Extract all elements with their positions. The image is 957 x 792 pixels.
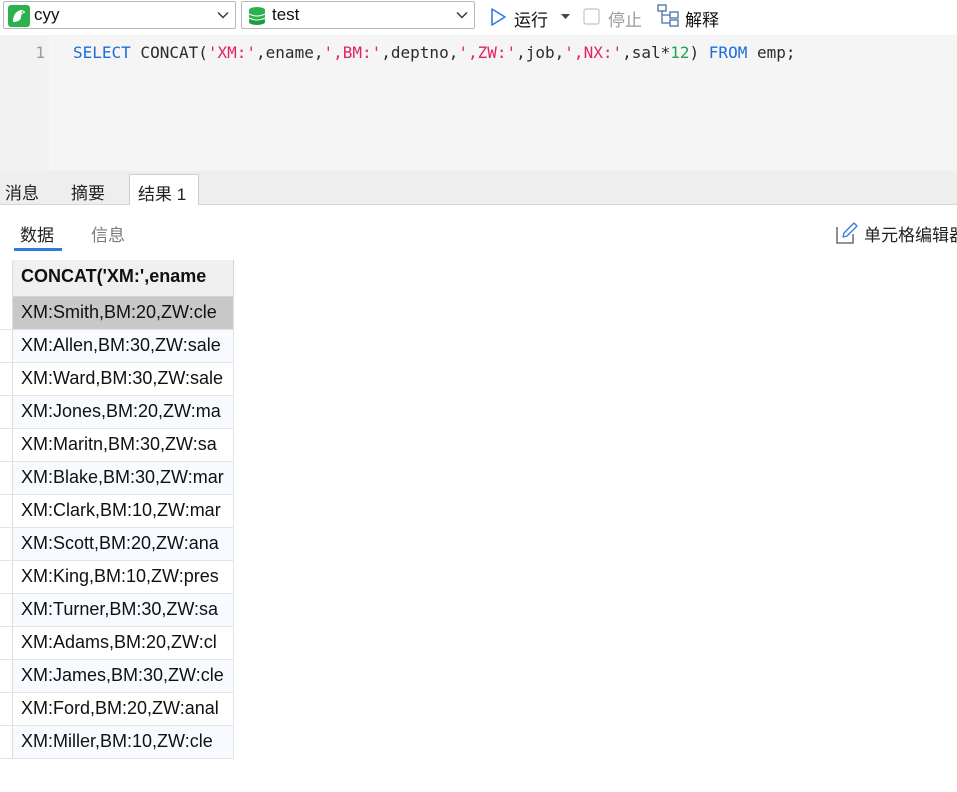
connection-value: cyy <box>34 5 60 24</box>
row-marker[interactable] <box>0 429 13 462</box>
tab-label: 消息 <box>5 184 39 203</box>
database-select[interactable]: test <box>241 1 475 29</box>
tab-summary[interactable]: 摘要 <box>62 174 128 205</box>
table-row[interactable]: XM:James,BM:30,ZW:cle <box>13 660 234 693</box>
table-row[interactable]: XM:Smith,BM:20,ZW:cle <box>13 297 234 330</box>
table-row[interactable]: XM:Miller,BM:10,ZW:cle <box>13 726 234 759</box>
row-marker[interactable] <box>0 561 13 594</box>
table-cell[interactable]: XM:James,BM:30,ZW:cle <box>21 665 224 686</box>
explain-label: 解释 <box>685 11 719 30</box>
table-row[interactable]: XM:Blake,BM:30,ZW:mar <box>13 462 234 495</box>
grid-rows: XM:Smith,BM:20,ZW:cle XM:Allen,BM:30,ZW:s… <box>13 297 234 759</box>
table-row[interactable]: XM:Allen,BM:30,ZW:sale <box>13 330 234 363</box>
sql-string: ',ZW:' <box>458 43 517 62</box>
table-row[interactable]: XM:Clark,BM:10,ZW:mar <box>13 495 234 528</box>
table-cell[interactable]: XM:Smith,BM:20,ZW:cle <box>21 302 217 323</box>
database-icon <box>248 7 266 25</box>
table-cell[interactable]: XM:Jones,BM:20,ZW:ma <box>21 401 221 422</box>
result-tabs: 消息 摘要 结果 1 <box>0 171 957 206</box>
stop-icon <box>583 8 600 25</box>
sql-string: ',NX:' <box>564 43 623 62</box>
connection-select[interactable]: cyy <box>3 1 236 29</box>
table-row[interactable]: XM:Ward,BM:30,ZW:sale <box>13 363 234 396</box>
row-marker[interactable] <box>0 660 13 693</box>
row-marker[interactable] <box>0 726 13 759</box>
column-header[interactable]: CONCAT('XM:',ename <box>13 260 234 297</box>
row-marker[interactable] <box>0 495 13 528</box>
row-marker[interactable] <box>0 396 13 429</box>
tab-info[interactable]: 信息 <box>91 221 125 246</box>
tab-label: 摘要 <box>71 184 105 203</box>
sql-string: 'XM:' <box>207 43 257 62</box>
table-cell[interactable]: XM:Ford,BM:20,ZW:anal <box>21 698 219 719</box>
sql-number: 12 <box>670 43 690 62</box>
chevron-down-icon <box>217 12 229 19</box>
table-row[interactable]: XM:Turner,BM:30,ZW:sa <box>13 594 234 627</box>
table-row[interactable]: XM:Adams,BM:20,ZW:cl <box>13 627 234 660</box>
table-cell[interactable]: XM:Blake,BM:30,ZW:mar <box>21 467 224 488</box>
table-cell[interactable]: XM:Scott,BM:20,ZW:ana <box>21 533 219 554</box>
row-marker[interactable] <box>0 693 13 726</box>
active-tab-indicator <box>14 248 62 251</box>
table-cell[interactable]: XM:Clark,BM:10,ZW:mar <box>21 500 221 521</box>
sql-string: ',BM:' <box>323 43 382 62</box>
table-cell[interactable]: XM:Allen,BM:30,ZW:sale <box>21 335 221 356</box>
table-cell[interactable]: XM:Turner,BM:30,ZW:sa <box>21 599 218 620</box>
dropdown-arrow-icon[interactable] <box>561 13 570 20</box>
tab-messages[interactable]: 消息 <box>0 174 62 205</box>
database-value: test <box>272 5 300 24</box>
row-markers <box>0 297 13 759</box>
chevron-down-icon <box>456 12 468 19</box>
row-marker[interactable] <box>0 528 13 561</box>
code-area[interactable]: SELECT CONCAT('XM:',ename,',BM:',deptno,… <box>49 35 957 171</box>
explain-tree-icon <box>657 4 679 27</box>
run-button[interactable]: 运行 <box>487 4 573 30</box>
row-marker[interactable] <box>0 297 13 330</box>
row-marker[interactable] <box>0 627 13 660</box>
data-info-tabs: 数据 信息 单元格编辑器 <box>0 205 957 260</box>
table-row[interactable]: XM:Jones,BM:20,ZW:ma <box>13 396 234 429</box>
mysql-dolphin-icon <box>8 5 30 27</box>
table-cell[interactable]: XM:Adams,BM:20,ZW:cl <box>21 632 217 653</box>
table-row[interactable]: XM:Ford,BM:20,ZW:anal <box>13 693 234 726</box>
cell-editor-label: 单元格编辑器 <box>864 226 957 245</box>
line-gutter: 1 <box>0 35 49 171</box>
sql-keyword: SELECT <box>73 43 131 62</box>
row-marker[interactable] <box>0 462 13 495</box>
run-label: 运行 <box>514 11 548 30</box>
table-cell[interactable]: XM:Maritn,BM:30,ZW:sa <box>21 434 217 455</box>
line-number: 1 <box>35 43 45 62</box>
tab-label: 结果 1 <box>138 185 187 204</box>
play-icon <box>491 8 506 26</box>
sql-code[interactable]: SELECT CONCAT('XM:',ename,',BM:',deptno,… <box>73 43 796 62</box>
tab-data[interactable]: 数据 <box>20 221 54 246</box>
stop-label: 停止 <box>608 11 642 30</box>
table-row[interactable]: XM:Scott,BM:20,ZW:ana <box>13 528 234 561</box>
table-row[interactable]: XM:King,BM:10,ZW:pres <box>13 561 234 594</box>
row-marker[interactable] <box>0 330 13 363</box>
edit-pencil-icon <box>836 222 858 244</box>
table-row[interactable]: XM:Maritn,BM:30,ZW:sa <box>13 429 234 462</box>
result-grid: CONCAT('XM:',ename XM:Smith,BM:20,ZW:cle… <box>0 260 957 792</box>
column-header-label: CONCAT('XM:',ename <box>21 266 207 286</box>
table-cell[interactable]: XM:Miller,BM:10,ZW:cle <box>21 731 213 752</box>
toolbar: cyy test 运行 停止 解释 <box>0 0 957 35</box>
row-marker[interactable] <box>0 594 13 627</box>
row-marker[interactable] <box>0 363 13 396</box>
stop-button[interactable]: 停止 <box>583 4 647 30</box>
table-cell[interactable]: XM:King,BM:10,ZW:pres <box>21 566 219 587</box>
explain-button[interactable]: 解释 <box>657 4 727 30</box>
sql-keyword: FROM <box>708 43 748 62</box>
table-cell[interactable]: XM:Ward,BM:30,ZW:sale <box>21 368 223 389</box>
tab-result-1[interactable]: 结果 1 <box>129 174 199 206</box>
sql-editor[interactable]: 1 SELECT CONCAT('XM:',ename,',BM:',deptn… <box>0 35 957 171</box>
